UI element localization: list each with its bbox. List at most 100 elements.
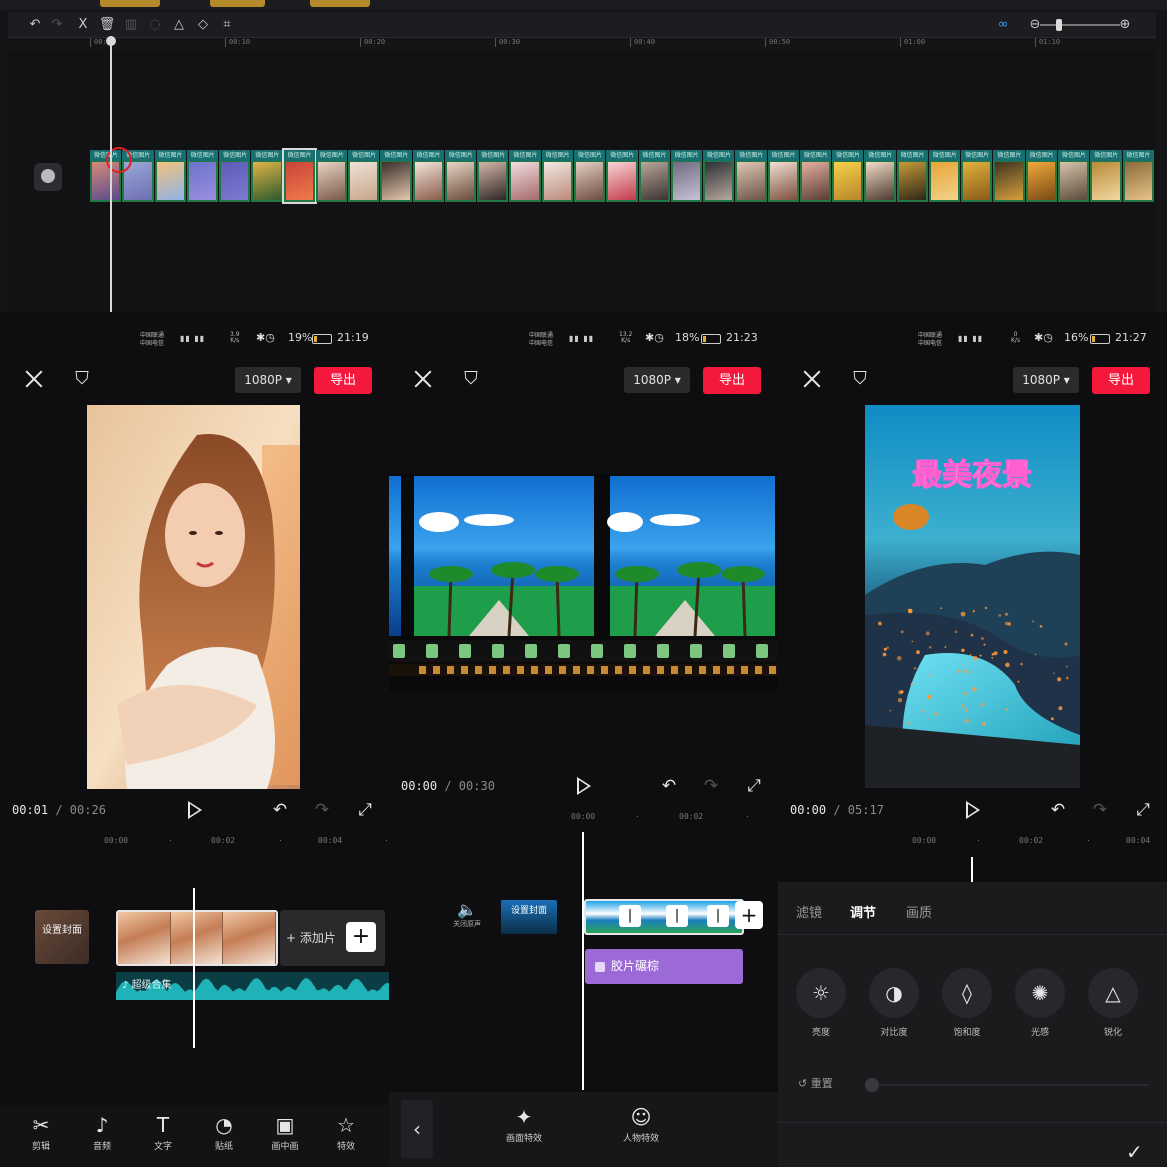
play-icon[interactable] — [188, 801, 202, 819]
reset-button[interactable]: ↺ 重置 — [798, 1075, 833, 1091]
redo-icon[interactable]: ↷ — [48, 16, 66, 34]
video-clip[interactable]: 微信图片 — [251, 150, 283, 202]
undo-icon[interactable]: ↶ — [1048, 800, 1068, 820]
redo-icon[interactable]: ↷ — [1090, 800, 1110, 820]
link-icon[interactable]: ∞ — [994, 16, 1012, 34]
video-clip[interactable]: 微信图片 — [896, 150, 928, 202]
resolution-dropdown[interactable]: 1080P ▾ — [235, 367, 301, 393]
playhead[interactable] — [193, 888, 195, 1048]
tutorial-cap-icon[interactable]: ⛉ — [848, 367, 872, 391]
video-clip[interactable]: 微信图片 — [154, 150, 186, 202]
video-clip[interactable]: 微信图片 — [735, 150, 767, 202]
video-clip[interactable]: 微信图片 — [767, 150, 799, 202]
zoom-slider-handle[interactable] — [1056, 19, 1062, 31]
export-button[interactable]: 导出 — [314, 367, 372, 394]
play-icon[interactable] — [966, 801, 980, 819]
tutorial-cap-icon[interactable]: ⛉ — [70, 367, 94, 391]
adjust-sharpen[interactable]: △ 锐化 — [1086, 968, 1140, 1038]
freeze-icon[interactable]: ▥ — [122, 16, 140, 34]
back-chevron-icon[interactable]: ‹ — [401, 1100, 433, 1158]
tool-sticker[interactable]: ◔ 贴纸 — [199, 1113, 249, 1152]
set-cover-button[interactable]: 设置封面 — [501, 900, 557, 934]
split-icon[interactable]: Ⅹ — [74, 16, 92, 34]
transition-marker[interactable]: ⏐ — [666, 905, 688, 927]
video-clip[interactable]: 微信图片 — [993, 150, 1025, 202]
video-clip[interactable]: 微信图片 — [573, 150, 606, 202]
fullscreen-icon[interactable]: ⤢ — [1133, 800, 1153, 820]
tab-adjust[interactable]: 调节 — [850, 902, 876, 921]
tool-text[interactable]: T 文字 — [138, 1113, 188, 1152]
adjust-contrast[interactable]: ◑ 对比度 — [867, 968, 921, 1038]
delete-icon[interactable]: 🗑 — [98, 16, 116, 34]
play-icon[interactable] — [577, 777, 591, 795]
mirror-icon[interactable]: △ — [170, 16, 188, 34]
video-clip[interactable]: 微信图片 — [186, 150, 219, 202]
video-clip[interactable]: 微信图片 — [1057, 150, 1090, 202]
video-preview[interactable]: 最美夜景 — [865, 405, 1080, 788]
video-clip[interactable]: 微信图片 — [315, 150, 348, 202]
audio-track[interactable]: ♪ 超级合集 — [116, 972, 389, 1000]
video-clip[interactable]: 微信图片 — [477, 150, 509, 202]
fullscreen-icon[interactable]: ⤢ — [355, 800, 375, 820]
tutorial-cap-icon[interactable]: ⛉ — [459, 367, 483, 391]
slider-track[interactable] — [879, 1084, 1149, 1086]
tool-face-effect[interactable]: ☺ 人物特效 — [614, 1105, 668, 1144]
playhead[interactable] — [110, 36, 112, 312]
track-toggle-button[interactable] — [34, 163, 62, 191]
video-preview[interactable] — [389, 474, 778, 692]
crop-icon[interactable]: ⌗ — [218, 16, 236, 34]
video-clip[interactable]: 微信图片 — [412, 150, 444, 202]
close-icon[interactable] — [413, 369, 433, 389]
video-clip[interactable]: 微信图片 — [380, 150, 412, 202]
video-clip[interactable]: 微信图片 — [1025, 150, 1057, 202]
video-clip[interactable]: 微信图片 — [281, 148, 317, 204]
tool-pip[interactable]: ▣ 画中画 — [260, 1113, 310, 1152]
slider-handle[interactable] — [865, 1078, 879, 1092]
transition-marker[interactable]: ⏐ — [707, 905, 729, 927]
video-clip[interactable]: 微信图片 — [606, 150, 638, 202]
video-clip[interactable]: 微信图片 — [348, 150, 380, 202]
video-clip[interactable]: 微信图片 — [670, 150, 703, 202]
mute-original-button[interactable]: 🔈 关闭原声 — [451, 900, 483, 929]
export-button[interactable]: 导出 — [1092, 367, 1150, 394]
video-clip[interactable]: 微信图片 — [703, 150, 735, 202]
video-preview[interactable] — [87, 405, 300, 789]
tool-effects[interactable]: ☆ 特效 — [321, 1113, 371, 1152]
resolution-dropdown[interactable]: 1080P ▾ — [1013, 367, 1079, 393]
adjust-brightness[interactable]: ☼ 亮度 — [794, 968, 848, 1038]
video-clip[interactable]: 微信图片 — [832, 150, 864, 202]
video-clip[interactable]: 微信图片 — [1122, 150, 1154, 202]
playhead-handle[interactable] — [106, 36, 116, 46]
video-clip[interactable]: 微信图片 — [509, 150, 541, 202]
video-clip[interactable]: 微信图片 — [444, 150, 477, 202]
video-track[interactable]: 微信图片 微信图片 微信图片 微信图片 微信图片 微信图片 微信图片 微信图片 微信图片 微信图片… — [90, 148, 1154, 204]
video-clip[interactable]: 微信图片 — [1090, 150, 1122, 202]
fullscreen-icon[interactable]: ⤢ — [744, 776, 764, 796]
confirm-check-icon[interactable]: ✓ — [1126, 1140, 1143, 1164]
redo-icon[interactable]: ↷ — [312, 800, 332, 820]
add-clip-plus-icon[interactable]: + — [735, 901, 763, 929]
zoom-slider-track[interactable] — [1040, 24, 1120, 26]
video-clip[interactable]: 微信图片 — [541, 150, 573, 202]
close-icon[interactable] — [24, 369, 44, 389]
transition-marker[interactable]: ⏐ — [619, 905, 641, 927]
video-clip[interactable]: 微信图片 — [219, 150, 251, 202]
close-icon[interactable] — [802, 369, 822, 389]
effect-clip[interactable]: 胶片碾棕 — [585, 949, 743, 984]
video-clip[interactable] — [116, 910, 278, 966]
resolution-dropdown[interactable]: 1080P ▾ — [624, 367, 690, 393]
plus-icon[interactable]: + — [346, 922, 376, 952]
redo-icon[interactable]: ↷ — [701, 776, 721, 796]
set-cover-button[interactable]: 设置封面 — [35, 910, 89, 964]
video-clip[interactable]: 微信图片 — [961, 150, 993, 202]
tab-filters[interactable]: 滤镜 — [796, 902, 822, 921]
playhead[interactable] — [971, 857, 973, 885]
export-button[interactable]: 导出 — [703, 367, 761, 394]
rotate-icon[interactable]: ◇ — [194, 16, 212, 34]
undo-icon[interactable]: ↶ — [26, 16, 44, 34]
reverse-icon[interactable]: ◌ — [146, 16, 164, 34]
tool-audio[interactable]: ♪ 音频 — [77, 1113, 127, 1152]
video-clip[interactable]: 微信图片 — [638, 150, 670, 202]
adjust-highlight[interactable]: ✺ 光感 — [1013, 968, 1067, 1038]
video-clip[interactable]: 微信图片 — [799, 150, 832, 202]
